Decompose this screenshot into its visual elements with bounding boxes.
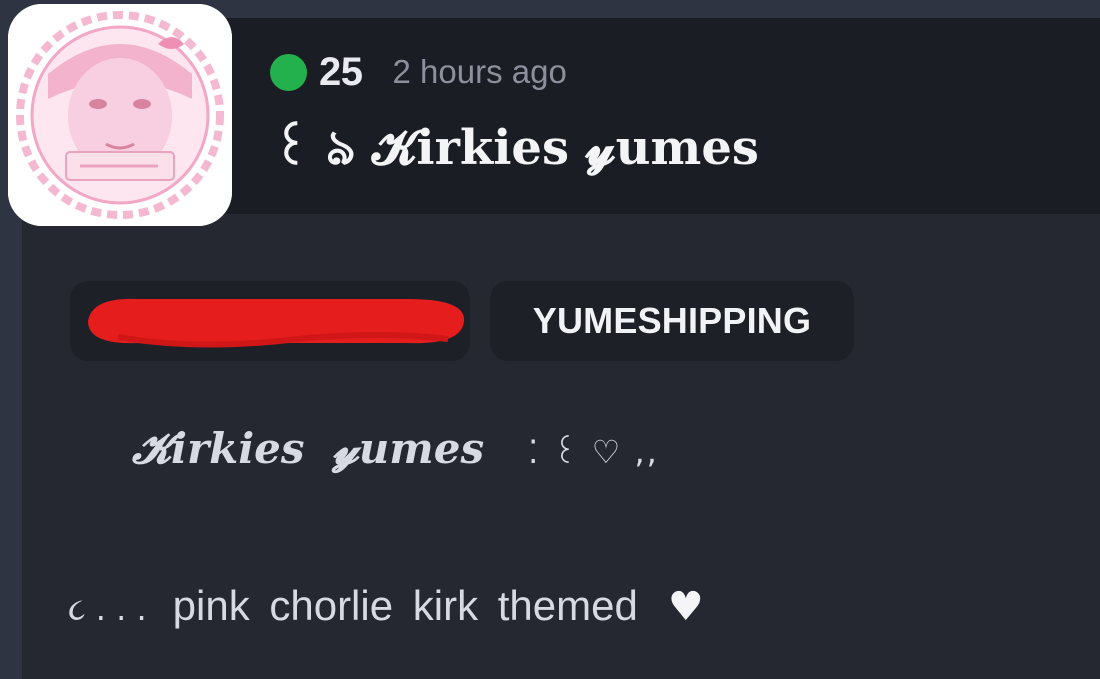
description-name-a: 𝓚irkies <box>132 424 305 473</box>
description-decoration-1: ⁚ ꒰ ♡ ,, <box>528 433 659 471</box>
community-meta: 25 2 hours ago <box>270 48 567 96</box>
community-avatar[interactable] <box>8 4 232 226</box>
redaction-mark <box>88 298 465 348</box>
description-decoration-2: ૮ . . . <box>68 590 147 628</box>
community-title[interactable]: ꒰ ঌ 𝓚irkies 𝔂umes <box>272 112 759 191</box>
heart-icon: ♥ <box>667 584 704 630</box>
tag-yumeshipping[interactable]: YUMESHIPPING <box>490 281 854 361</box>
description-line-1: 𝓚irkies 𝔂umes ⁚ ꒰ ♡ ,, <box>132 424 659 474</box>
description-line-2: ૮ . . . pink chorlie kirk themed ♥ <box>68 582 704 630</box>
member-count: 25 <box>319 49 363 94</box>
online-dot-icon <box>270 53 307 91</box>
description-name-b: 𝔂umes <box>332 424 485 473</box>
timestamp: 2 hours ago <box>392 53 567 90</box>
redacted-tag[interactable] <box>70 281 470 361</box>
description-text: pink chorlie kirk themed <box>172 582 638 629</box>
avatar-image <box>8 4 232 226</box>
